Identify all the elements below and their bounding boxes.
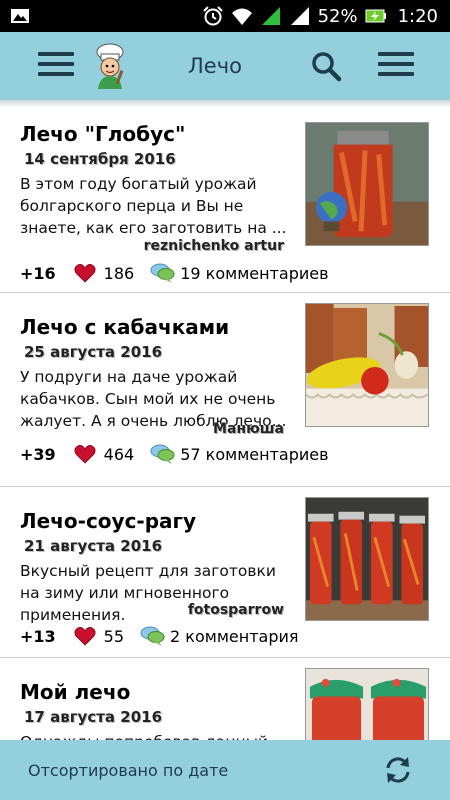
clock: 1:20 — [397, 5, 438, 27]
signal-icon — [261, 7, 280, 25]
overflow-menu-icon[interactable] — [378, 52, 414, 80]
page-title: Лечо — [188, 54, 242, 78]
recipe-author[interactable]: Манюша — [213, 421, 284, 437]
status-bar: 2 52% 1:20 — [0, 0, 450, 32]
recipe-thumbnail[interactable] — [305, 497, 429, 621]
recipe-comments[interactable]: 57 комментариев — [180, 445, 328, 464]
recipe-item[interactable]: Лечо с кабачками 25 августа 2016 У подру… — [0, 293, 450, 487]
recipe-stats: +39 464 57 комментариев — [20, 443, 329, 465]
recipe-score: +13 — [20, 626, 56, 646]
app-bar: Лечо — [0, 32, 450, 100]
recipe-list: Лечо "Глобус" 14 сентября 2016 В этом го… — [0, 100, 450, 740]
heart-icon[interactable] — [74, 444, 96, 464]
wifi-icon — [231, 8, 252, 25]
recipe-item[interactable]: Лечо "Глобус" 14 сентября 2016 В этом го… — [0, 100, 450, 293]
recipe-thumbnail[interactable] — [305, 303, 429, 427]
heart-icon[interactable] — [74, 626, 96, 646]
alarm-icon — [202, 6, 223, 26]
recipe-item[interactable]: Мой лечо 17 августа 2016 Однажды попробо… — [0, 658, 450, 740]
image-icon — [11, 9, 29, 23]
recipe-date: 17 августа 2016 — [24, 708, 163, 726]
recipe-likes: 186 — [103, 263, 135, 283]
recipe-author[interactable]: fotosparrow — [188, 602, 284, 618]
heart-icon[interactable] — [74, 263, 96, 283]
recipe-title[interactable]: Лечо с кабачками — [20, 315, 229, 339]
comment-icon[interactable] — [150, 262, 176, 284]
battery-percent: 52% — [317, 5, 358, 27]
comment-icon[interactable] — [150, 443, 176, 465]
recipe-date: 14 сентября 2016 — [24, 150, 176, 168]
bottom-bar: Отсортировано по дате — [0, 740, 450, 800]
search-icon[interactable] — [310, 50, 342, 82]
recipe-thumbnail[interactable] — [305, 122, 429, 246]
recipe-title[interactable]: Мой лечо — [20, 680, 130, 704]
battery-charging-icon — [365, 9, 386, 23]
list-top-shadow — [0, 100, 450, 108]
recipe-score: +16 — [20, 263, 56, 283]
comment-icon[interactable] — [140, 625, 166, 647]
recipe-description: В этом году богатый урожай болгарского п… — [20, 175, 287, 237]
recipe-date: 25 августа 2016 — [24, 343, 163, 361]
recipe-title[interactable]: Лечо-соус-рагу — [20, 509, 196, 533]
sort-label[interactable]: Отсортировано по дате — [28, 761, 228, 780]
recipe-stats: +13 55 2 комментария — [20, 625, 299, 647]
recipe-comments[interactable]: 2 комментария — [170, 627, 298, 646]
recipe-stats: +16 186 19 комментариев — [20, 262, 329, 284]
chef-logo-icon — [96, 43, 124, 89]
recipe-thumbnail[interactable] — [305, 668, 429, 740]
recipe-likes: 55 — [103, 626, 125, 646]
recipe-score: +39 — [20, 444, 56, 464]
recipe-description: Однажды попробовав данный — [20, 731, 288, 740]
recipe-author[interactable]: reznichenko artur — [144, 238, 284, 254]
recipe-comments[interactable]: 19 комментариев — [180, 264, 328, 283]
refresh-icon[interactable] — [382, 754, 414, 786]
recipe-item[interactable]: Лечо-соус-рагу 21 августа 2016 Вкусный р… — [0, 487, 450, 658]
recipe-title[interactable]: Лечо "Глобус" — [20, 122, 185, 146]
menu-icon[interactable] — [38, 52, 74, 80]
svg-text:2: 2 — [292, 9, 298, 19]
recipe-date: 21 августа 2016 — [24, 537, 163, 555]
signal-2-icon: 2 — [290, 7, 309, 25]
recipe-likes: 464 — [103, 444, 135, 464]
